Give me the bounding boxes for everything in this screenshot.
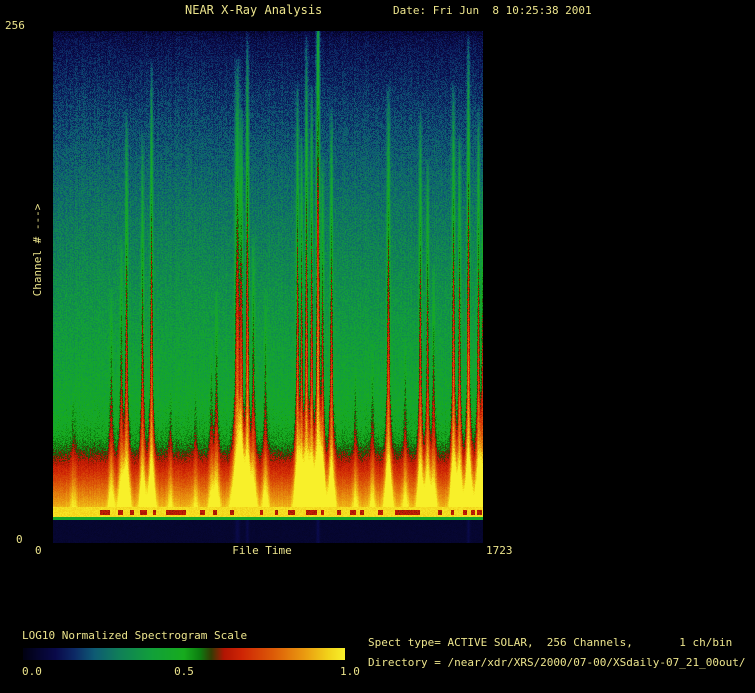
colorbar-gradient	[23, 648, 345, 660]
spectrogram-heatmap	[53, 31, 483, 543]
x-axis-label: File Time	[232, 545, 292, 557]
y-axis-max-tick: 256	[5, 20, 25, 32]
y-axis-label: Channel # --->	[32, 204, 44, 297]
colorbar-tick-max: 1.0	[340, 666, 360, 678]
y-axis-min-tick: 0	[16, 534, 23, 546]
date-label: Date: Fri Jun 8 10:25:38 2001	[393, 5, 592, 17]
spect-type-label: Spect type= ACTIVE SOLAR, 256 Channels, …	[368, 637, 732, 649]
colorbar-tick-mid: 0.5	[174, 666, 194, 678]
app-window: NEAR X-Ray Analysis Date: Fri Jun 8 10:2…	[0, 0, 755, 693]
colorbar-tick-min: 0.0	[22, 666, 42, 678]
x-axis-max-tick: 1723	[486, 545, 513, 557]
directory-label: Directory = /near/xdr/XRS/2000/07-00/XSd…	[368, 657, 746, 669]
colorbar-title: LOG10 Normalized Spectrogram Scale	[22, 630, 247, 642]
x-axis-min-tick: 0	[35, 545, 42, 557]
page-title: NEAR X-Ray Analysis	[185, 4, 322, 16]
